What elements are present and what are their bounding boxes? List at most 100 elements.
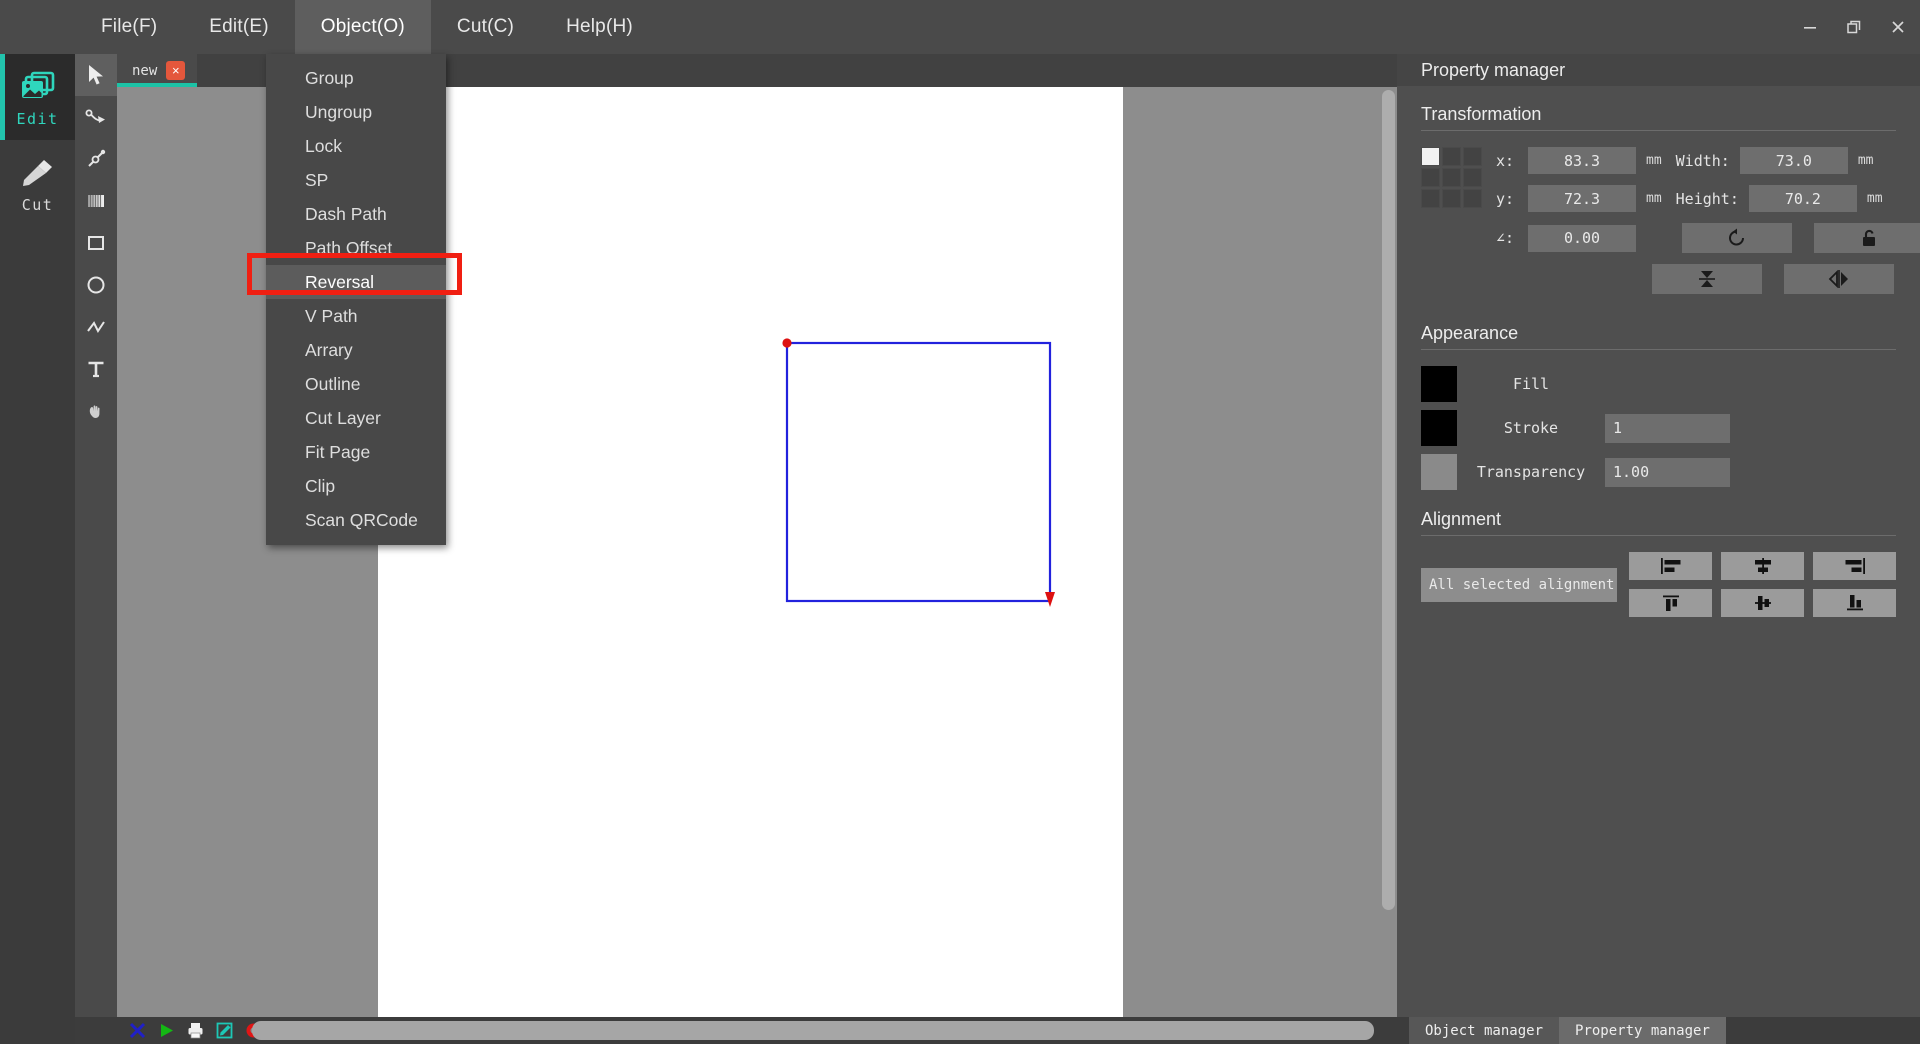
menu-item-scan-qrcode[interactable]: Scan QRCode <box>266 503 446 537</box>
flip-horizontal-button[interactable] <box>1784 264 1894 294</box>
transformation-divider <box>1421 130 1896 131</box>
stroke-row: Stroke 1 <box>1421 410 1896 446</box>
height-label: Height: <box>1676 190 1739 208</box>
hand-icon <box>84 399 108 423</box>
polyline-tool[interactable] <box>75 306 117 348</box>
stroke-color-swatch[interactable] <box>1421 410 1457 446</box>
anchor-cell-top-left[interactable] <box>1421 147 1440 166</box>
tab-property-manager[interactable]: Property manager <box>1559 1017 1726 1044</box>
anchor-point-selector[interactable] <box>1421 147 1482 208</box>
align-right-button[interactable] <box>1813 552 1896 580</box>
align-bottom-button[interactable] <box>1813 589 1896 617</box>
angle-input[interactable]: 0.00 <box>1528 225 1636 252</box>
play-icon[interactable] <box>154 1019 178 1043</box>
close-button[interactable] <box>1876 0 1920 54</box>
menu-item-fit-page[interactable]: Fit Page <box>266 435 446 469</box>
menu-item-cut-layer[interactable]: Cut Layer <box>266 401 446 435</box>
node-edit-tool[interactable] <box>75 96 117 138</box>
panel-tab-bar: Object manager Property manager <box>1409 1017 1726 1044</box>
align-bottom-icon <box>1845 593 1865 613</box>
menu-item-reversal[interactable]: Reversal <box>266 265 446 299</box>
menu-item-sp[interactable]: SP <box>266 163 446 197</box>
path-start-marker <box>782 338 791 347</box>
menu-item-path-offset[interactable]: Path Offset <box>266 231 446 265</box>
minimize-button[interactable] <box>1788 0 1832 54</box>
stroke-width-input[interactable]: 1 <box>1605 414 1730 443</box>
close-icon[interactable]: × <box>166 61 185 80</box>
anchor-cell-mid-center[interactable] <box>1442 168 1461 187</box>
angle-row: ∠: 0.00 <box>1496 223 1920 253</box>
anchor-cell-bottom-right[interactable] <box>1463 189 1482 208</box>
text-tool[interactable] <box>75 348 117 390</box>
tab-object-manager[interactable]: Object manager <box>1409 1017 1559 1044</box>
menu-object[interactable]: Object(O) <box>295 0 431 54</box>
stroke-label: Stroke <box>1457 419 1605 437</box>
document-tab-label: new <box>132 63 157 79</box>
menu-item-group[interactable]: Group <box>266 61 446 95</box>
anchor-cell-bottom-left[interactable] <box>1421 189 1440 208</box>
fill-color-swatch[interactable] <box>1421 366 1457 402</box>
restore-icon <box>1845 18 1863 36</box>
lock-aspect-button[interactable] <box>1814 223 1920 253</box>
ellipse-icon <box>84 273 108 297</box>
rail-item-cut[interactable]: Cut <box>0 140 75 226</box>
panel-title: Property manager <box>1397 54 1920 86</box>
printer-icon[interactable] <box>183 1019 207 1043</box>
alignment-divider <box>1421 535 1896 536</box>
rotate-button[interactable] <box>1682 223 1792 253</box>
align-center-vertical-button[interactable] <box>1721 589 1804 617</box>
anchor-cell-bottom-center[interactable] <box>1442 189 1461 208</box>
menu-cut[interactable]: Cut(C) <box>431 0 540 54</box>
height-input[interactable]: 70.2 <box>1749 185 1857 212</box>
document-tab-new[interactable]: new × <box>117 54 197 87</box>
anchor-cell-top-right[interactable] <box>1463 147 1482 166</box>
x-input[interactable]: 83.3 <box>1528 147 1636 174</box>
menu-file[interactable]: File(F) <box>75 0 183 54</box>
width-input[interactable]: 73.0 <box>1740 147 1848 174</box>
y-unit: mm <box>1646 191 1662 206</box>
rail-item-edit[interactable]: Edit <box>0 54 75 140</box>
flip-vertical-button[interactable] <box>1652 264 1762 294</box>
menu-item-lock[interactable]: Lock <box>266 129 446 163</box>
restore-button[interactable] <box>1832 0 1876 54</box>
transparency-row: Transparency 1.00 <box>1421 454 1896 490</box>
polyline-icon <box>84 315 108 339</box>
flip-horizontal-icon <box>1827 269 1851 289</box>
select-arrow-tool[interactable] <box>75 54 117 96</box>
menu-item-ungroup[interactable]: Ungroup <box>266 95 446 129</box>
align-left-button[interactable] <box>1629 552 1712 580</box>
tool-column <box>75 54 117 1044</box>
anchor-cell-top-center[interactable] <box>1442 147 1461 166</box>
alignment-mode-label[interactable]: All selected alignment <box>1421 568 1617 602</box>
menu-item-v-path[interactable]: V Path <box>266 299 446 333</box>
ellipse-tool[interactable] <box>75 264 117 306</box>
edit-frame-icon[interactable] <box>212 1019 236 1043</box>
y-input[interactable]: 72.3 <box>1528 185 1636 212</box>
align-top-button[interactable] <box>1629 589 1712 617</box>
transparency-input[interactable]: 1.00 <box>1605 458 1730 487</box>
shape-layer <box>378 87 1123 1017</box>
menu-item-clip[interactable]: Clip <box>266 469 446 503</box>
menu-help[interactable]: Help(H) <box>540 0 659 54</box>
rail-label-cut: Cut <box>22 196 54 214</box>
alignment-button-grid <box>1629 552 1896 617</box>
gradient-bar-tool[interactable] <box>75 180 117 222</box>
menu-edit[interactable]: Edit(E) <box>183 0 294 54</box>
anchor-cell-mid-right[interactable] <box>1463 168 1482 187</box>
menu-item-outline[interactable]: Outline <box>266 367 446 401</box>
align-center-horizontal-button[interactable] <box>1721 552 1804 580</box>
anchor-cell-mid-left[interactable] <box>1421 168 1440 187</box>
canvas-horizontal-scrollbar[interactable] <box>252 1021 1374 1040</box>
transparency-swatch[interactable] <box>1421 454 1457 490</box>
canvas-vertical-scrollbar-thumb[interactable] <box>1382 90 1395 910</box>
page-sheet[interactable] <box>378 87 1123 1017</box>
transformation-heading: Transformation <box>1421 104 1896 130</box>
line-node-tool[interactable] <box>75 138 117 180</box>
scatter-nodes-icon[interactable] <box>125 1019 149 1043</box>
selected-rectangle-shape[interactable] <box>787 343 1050 601</box>
hand-pan-tool[interactable] <box>75 390 117 432</box>
appearance-heading: Appearance <box>1421 323 1896 349</box>
menu-item-dash-path[interactable]: Dash Path <box>266 197 446 231</box>
rectangle-tool[interactable] <box>75 222 117 264</box>
menu-item-arrary[interactable]: Arrary <box>266 333 446 367</box>
